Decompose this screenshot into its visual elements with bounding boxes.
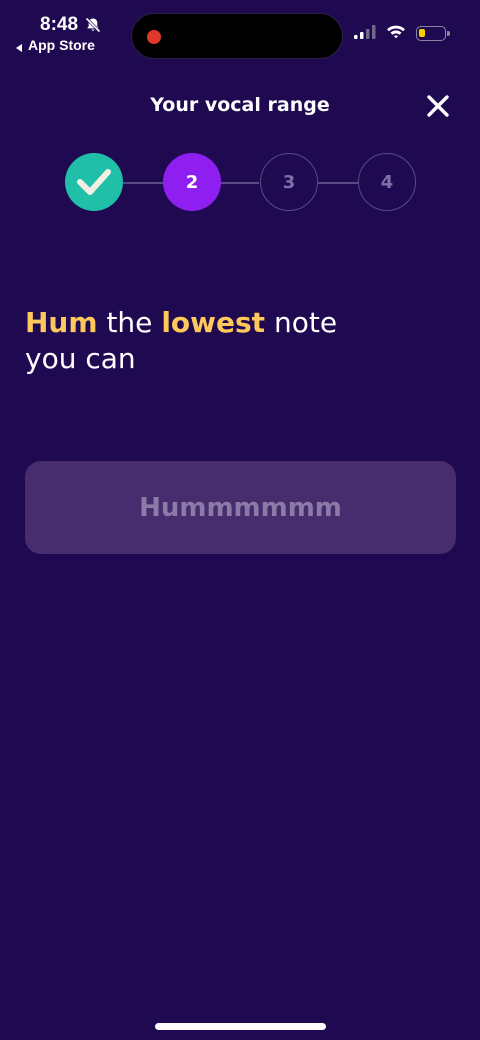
- bell-muted-icon: [84, 16, 102, 34]
- step-number: 4: [380, 171, 394, 193]
- close-icon: [427, 95, 449, 117]
- battery-icon: [416, 26, 450, 41]
- signal-icon: [354, 24, 376, 43]
- instruction-prompt: Hum the lowest note you can: [25, 305, 425, 377]
- battery-level-fill: [419, 29, 425, 37]
- step-number: 2: [185, 171, 199, 193]
- step-connector: [318, 182, 358, 184]
- status-icons: [354, 24, 450, 43]
- page-title: Your vocal range: [150, 94, 330, 116]
- prompt-highlight-hum: Hum: [25, 306, 98, 339]
- status-time-row: 8:48: [40, 14, 102, 36]
- recording-indicator-icon: [147, 30, 161, 44]
- status-time: 8:48: [40, 14, 79, 35]
- hum-label: Hummmmmm: [139, 492, 342, 523]
- step-connector: [221, 182, 259, 184]
- step-3-pending: 3: [260, 153, 318, 211]
- step-4-pending: 4: [358, 153, 416, 211]
- battery-nub: [447, 31, 450, 36]
- step-number: 3: [282, 171, 296, 193]
- back-to-app-store-link[interactable]: App Store: [14, 37, 95, 53]
- back-link-label: App Store: [28, 37, 95, 53]
- progress-stepper: 2 3 4: [0, 153, 480, 213]
- prompt-text: note: [265, 306, 338, 339]
- dynamic-island: [131, 13, 343, 59]
- close-button[interactable]: [426, 94, 450, 118]
- prompt-highlight-lowest: lowest: [161, 306, 266, 339]
- step-2-active: 2: [163, 153, 221, 211]
- status-bar: 8:48 App Store: [0, 0, 480, 60]
- back-triangle-icon: [14, 40, 24, 52]
- wifi-icon: [386, 24, 406, 43]
- prompt-text: the: [97, 306, 162, 339]
- home-indicator[interactable]: [155, 1023, 326, 1030]
- check-icon: [77, 169, 111, 195]
- step-1-completed: [65, 153, 123, 211]
- step-connector: [123, 182, 163, 184]
- prompt-text-line2: you can: [25, 342, 136, 375]
- hum-record-button[interactable]: Hummmmmm: [25, 461, 456, 554]
